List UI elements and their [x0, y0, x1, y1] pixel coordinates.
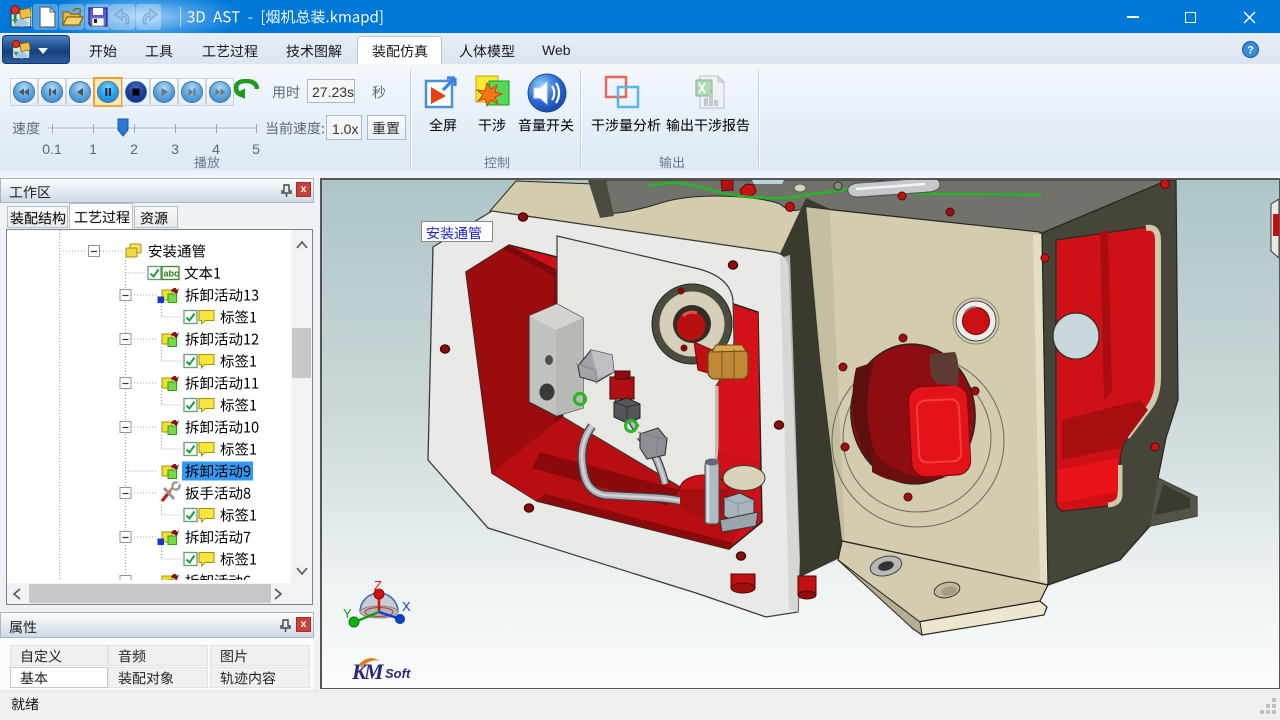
svg-text:Z: Z	[374, 578, 382, 593]
svg-text:Soft: Soft	[385, 666, 411, 681]
svg-text:Y: Y	[343, 606, 352, 621]
svg-text:X: X	[402, 599, 411, 614]
svg-text:?: ?	[1247, 45, 1254, 57]
svg-text:abc: abc	[164, 269, 180, 279]
